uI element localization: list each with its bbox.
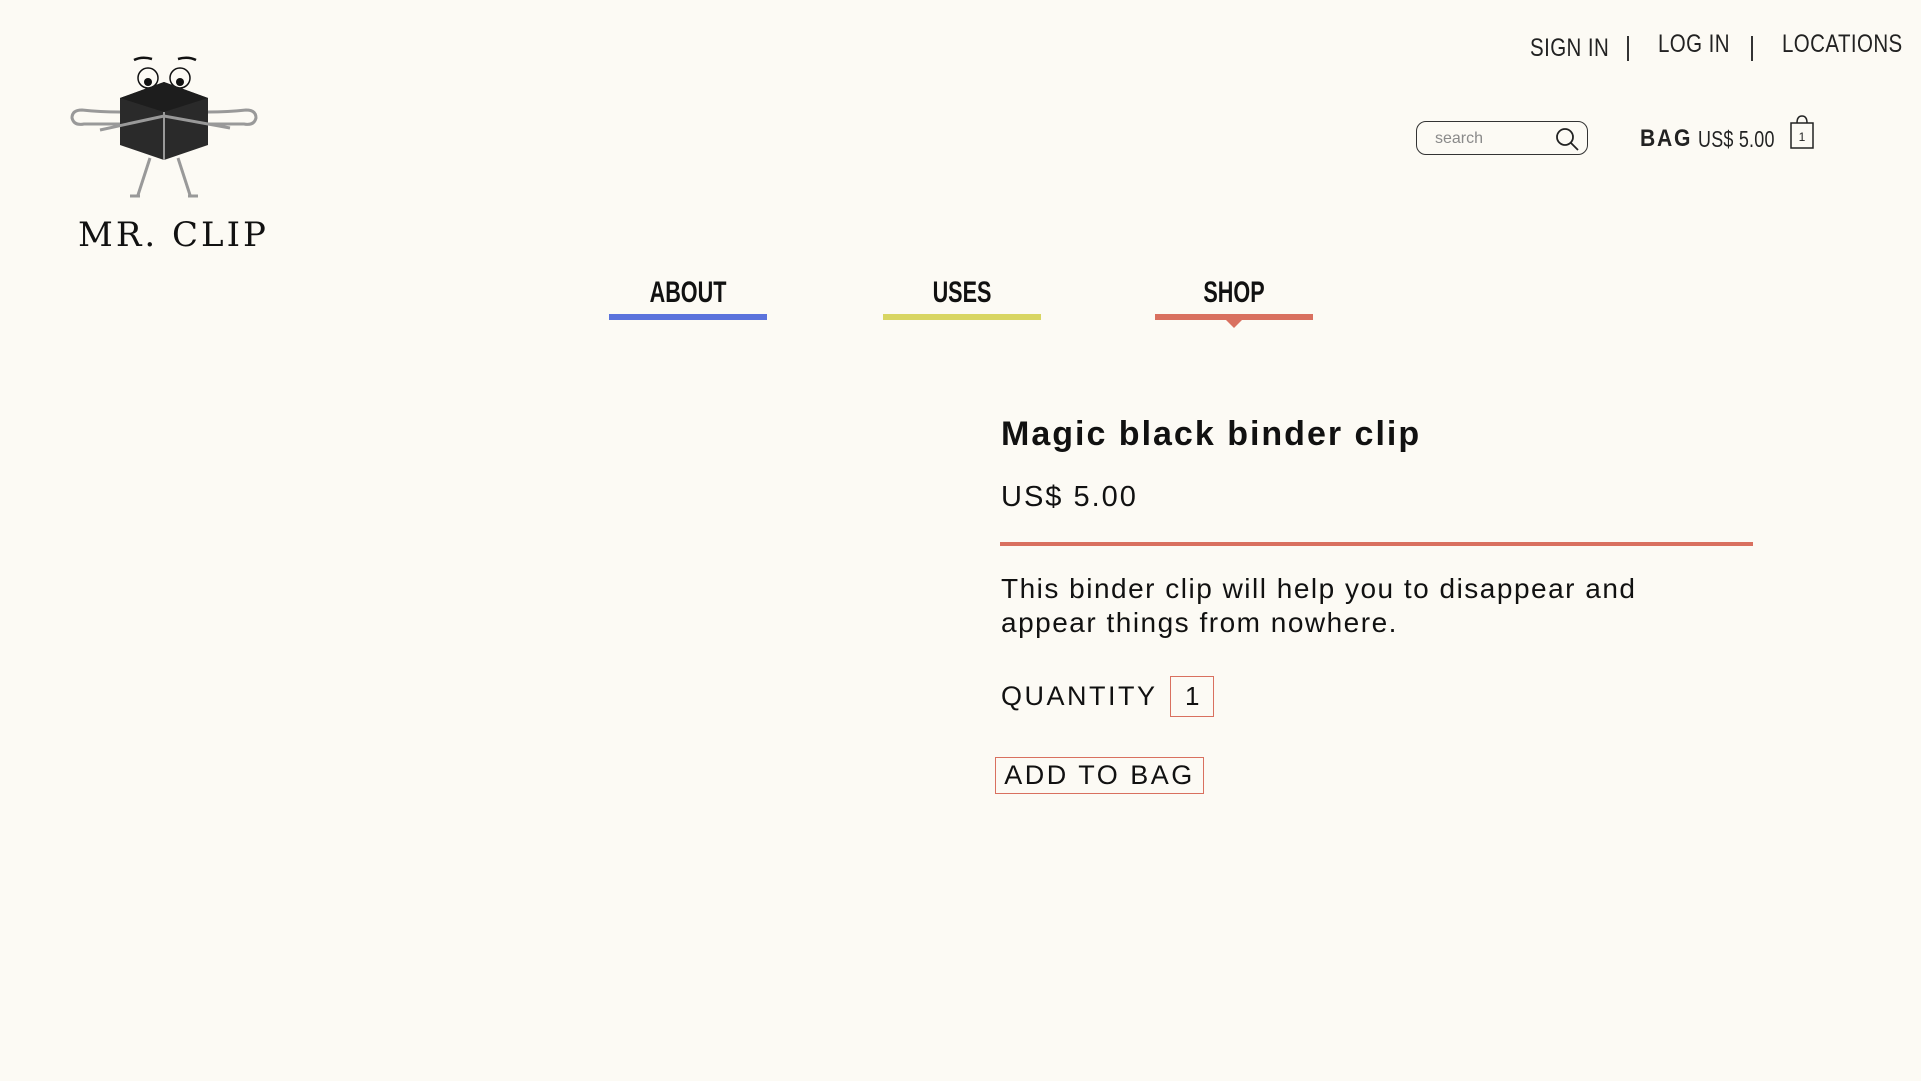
product-description: This binder clip will help you to disapp… bbox=[1001, 573, 1637, 638]
brand-logo[interactable]: MR. CLIP bbox=[70, 50, 266, 260]
locations-link[interactable]: LOCATIONS bbox=[1782, 30, 1903, 59]
tab-underline bbox=[883, 314, 1041, 320]
tab-uses[interactable]: USES bbox=[883, 274, 1041, 320]
quantity-label: QUANTITY bbox=[1001, 681, 1158, 711]
bag-total: US$ 5.00 bbox=[1698, 126, 1775, 152]
search-icon[interactable] bbox=[1554, 126, 1580, 152]
add-to-bag-button[interactable]: ADD TO BAG bbox=[995, 757, 1204, 794]
separator bbox=[1751, 36, 1753, 61]
search-box bbox=[1416, 121, 1588, 155]
binder-clip-mascot-icon bbox=[70, 56, 258, 198]
tab-label: USES bbox=[932, 276, 992, 309]
quantity-input[interactable] bbox=[1170, 676, 1214, 717]
bag-count: 1 bbox=[1798, 130, 1806, 144]
log-in-link[interactable]: LOG IN bbox=[1658, 30, 1730, 59]
tab-underline bbox=[609, 314, 767, 320]
search-input[interactable] bbox=[1435, 129, 1553, 149]
bag-label[interactable]: BAG bbox=[1640, 125, 1692, 153]
tab-shop[interactable]: SHOP bbox=[1155, 274, 1313, 328]
brand-name: MR. CLIP bbox=[78, 215, 269, 255]
tab-label: SHOP bbox=[1203, 276, 1265, 309]
tab-about[interactable]: ABOUT bbox=[609, 274, 767, 320]
sign-in-link[interactable]: SIGN IN bbox=[1530, 34, 1609, 63]
active-tab-indicator bbox=[1225, 319, 1243, 328]
separator bbox=[1627, 36, 1629, 61]
tab-label: ABOUT bbox=[649, 276, 727, 309]
shopping-bag-icon[interactable]: 1 bbox=[1788, 113, 1816, 151]
product-title: Magic black binder clip bbox=[1001, 415, 1422, 453]
product-price: US$ 5.00 bbox=[1001, 481, 1138, 513]
product-divider bbox=[1000, 542, 1753, 546]
